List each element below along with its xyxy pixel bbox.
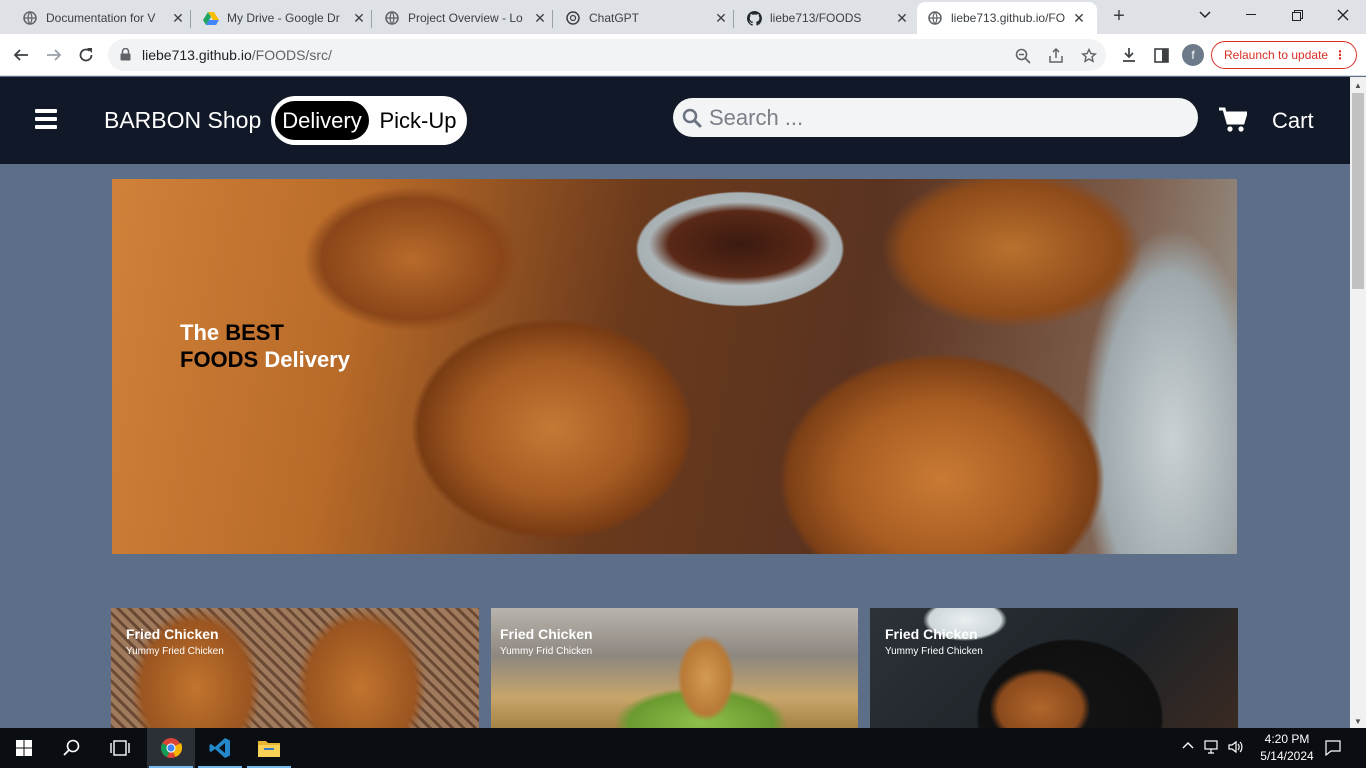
globe-icon — [22, 10, 38, 26]
site-header: BARBON Shop Delivery Pick-Up Cart — [0, 77, 1350, 164]
close-window-icon[interactable] — [1320, 0, 1366, 30]
lock-icon — [120, 47, 131, 66]
chrome-taskbar-icon[interactable] — [147, 728, 195, 768]
browser-tab[interactable]: ChatGPT ✕ — [555, 2, 734, 34]
product-subtitle: Yummy Fried Chicken — [126, 646, 224, 657]
url-text: liebe713.github.io/FOODS/src/ — [142, 47, 332, 63]
browser-tab[interactable]: Documentation for V ✕ — [12, 2, 191, 34]
new-tab-icon[interactable]: + — [1108, 6, 1130, 28]
search-input[interactable] — [709, 102, 1179, 133]
browser-tab[interactable]: liebe713/FOODS ✕ — [736, 2, 914, 34]
minimize-icon[interactable] — [1228, 0, 1274, 30]
show-hidden-icons-chevron-icon[interactable] — [1182, 738, 1194, 752]
close-tab-icon[interactable]: ✕ — [713, 10, 729, 26]
close-tab-icon[interactable]: ✕ — [351, 10, 367, 26]
delivery-pickup-toggle[interactable]: Delivery Pick-Up — [271, 96, 467, 145]
file-explorer-taskbar-icon[interactable] — [245, 728, 293, 768]
task-view-icon[interactable] — [96, 728, 144, 768]
tab-title: liebe713.github.io/FO — [951, 11, 1066, 25]
page-scrollbar[interactable]: ▲ ▼ — [1350, 77, 1366, 728]
tab-title: liebe713/FOODS — [770, 11, 862, 25]
browser-tab[interactable]: Project Overview - Lo ✕ — [374, 2, 553, 34]
close-tab-icon[interactable]: ✕ — [1071, 10, 1087, 26]
tab-separator — [371, 10, 372, 28]
scroll-down-arrow-icon[interactable]: ▼ — [1354, 717, 1362, 726]
search-icon — [682, 108, 702, 133]
tab-separator — [733, 10, 734, 28]
browser-tab-strip: Documentation for V ✕ My Drive - Google … — [0, 0, 1366, 34]
pickup-option[interactable]: Pick-Up — [373, 101, 463, 140]
windows-start-icon[interactable] — [0, 728, 48, 768]
chatgpt-icon — [565, 10, 581, 26]
product-subtitle: Yummy Fried Chicken — [885, 646, 983, 657]
google-drive-icon — [203, 10, 219, 26]
profile-avatar[interactable]: f — [1182, 44, 1204, 66]
more-menu-icon: ⋮ — [1334, 48, 1346, 62]
tab-separator — [190, 10, 191, 28]
side-panel-icon[interactable] — [1150, 44, 1172, 66]
tab-search-chevron-icon[interactable] — [1182, 0, 1228, 30]
product-subtitle: Yummy Frid Chicken — [500, 646, 593, 657]
cart-icon[interactable] — [1219, 107, 1249, 138]
forward-arrow-icon[interactable] — [40, 41, 68, 69]
address-bar[interactable]: liebe713.github.io/FOODS/src/ — [108, 39, 1106, 71]
relaunch-button[interactable]: Relaunch to update ⋮ — [1211, 41, 1357, 69]
download-icon[interactable] — [1118, 44, 1140, 66]
back-arrow-icon[interactable] — [7, 41, 35, 69]
github-icon — [746, 10, 762, 26]
product-card[interactable]: Fried Chicken Yummy Frid Chicken — [491, 608, 858, 728]
product-card[interactable]: Fried Chicken Yummy Fried Chicken — [870, 608, 1238, 728]
close-tab-icon[interactable]: ✕ — [532, 10, 548, 26]
scroll-up-arrow-icon[interactable]: ▲ — [1354, 81, 1362, 90]
tab-title: Documentation for V — [46, 11, 156, 25]
bookmark-star-icon[interactable] — [1080, 47, 1098, 65]
close-tab-icon[interactable]: ✕ — [170, 10, 186, 26]
network-icon[interactable] — [1204, 740, 1220, 757]
share-icon[interactable] — [1047, 47, 1065, 65]
tab-title: My Drive - Google Dr — [227, 11, 340, 25]
hamburger-menu-icon[interactable] — [35, 109, 57, 129]
tab-separator — [552, 10, 553, 28]
search-bar[interactable] — [673, 98, 1198, 137]
product-title: Fried Chicken — [126, 626, 219, 642]
restore-icon[interactable] — [1274, 0, 1320, 30]
browser-tab-active[interactable]: liebe713.github.io/FO ✕ — [917, 2, 1097, 34]
tab-title: Project Overview - Lo — [408, 11, 523, 25]
close-tab-icon[interactable]: ✕ — [894, 10, 910, 26]
tab-title: ChatGPT — [589, 11, 640, 25]
product-title: Fried Chicken — [885, 626, 978, 642]
hero-banner-fried-chicken-image: The BEST FOODS Delivery — [112, 179, 1237, 554]
browser-toolbar: liebe713.github.io/FOODS/src/ f Relaunch… — [0, 34, 1366, 76]
vscode-taskbar-icon[interactable] — [196, 728, 244, 768]
volume-icon[interactable] — [1228, 740, 1244, 757]
product-card[interactable]: Fried Chicken Yummy Fried Chicken — [111, 608, 479, 728]
globe-icon — [927, 10, 943, 26]
reload-icon[interactable] — [72, 41, 100, 69]
notifications-icon[interactable] — [1325, 740, 1341, 759]
zoom-icon[interactable] — [1014, 47, 1032, 65]
hero-headline: The BEST FOODS Delivery — [180, 320, 350, 372]
browser-tab[interactable]: My Drive - Google Dr ✕ — [193, 2, 372, 34]
taskbar-search-icon[interactable] — [48, 728, 96, 768]
cart-link[interactable]: Cart — [1272, 108, 1314, 134]
windows-taskbar: 4:20 PM 5/14/2024 — [0, 728, 1366, 768]
delivery-option[interactable]: Delivery — [275, 101, 369, 140]
system-clock[interactable]: 4:20 PM 5/14/2024 — [1254, 731, 1320, 765]
brand-name[interactable]: BARBON Shop — [104, 107, 261, 134]
globe-icon — [384, 10, 400, 26]
product-title: Fried Chicken — [500, 626, 593, 642]
scrollbar-thumb[interactable] — [1352, 93, 1364, 289]
